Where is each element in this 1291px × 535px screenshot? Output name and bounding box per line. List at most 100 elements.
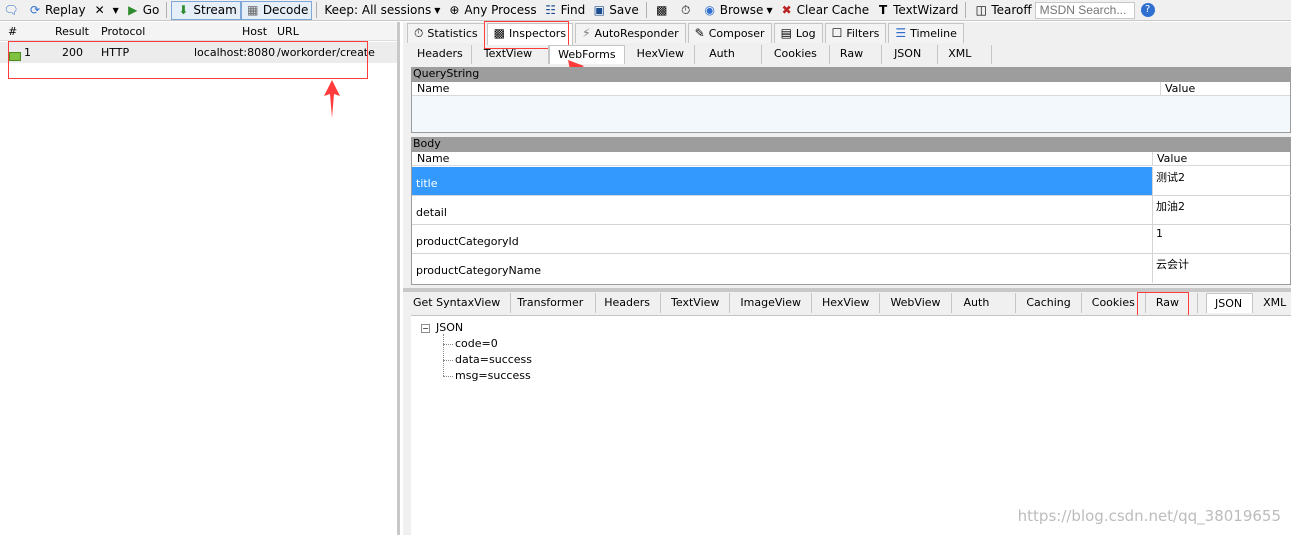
save-button[interactable]: ▣ Save: [588, 1, 641, 20]
timer-button[interactable]: ⏱: [675, 1, 699, 20]
body-row[interactable]: productCategoryId 1: [412, 225, 1291, 254]
resp-tab-auth[interactable]: Auth: [952, 293, 1017, 313]
req-tab-raw[interactable]: Raw: [830, 45, 883, 64]
body-row-value[interactable]: 1: [1156, 227, 1163, 240]
go-button[interactable]: ▶ Go: [122, 1, 163, 20]
checkbox-icon: ☐: [831, 26, 843, 40]
tree-node[interactable]: data=success: [421, 352, 532, 368]
querystring-value-col[interactable]: Value: [1160, 82, 1195, 95]
resp-tab-syntaxview[interactable]: Get SyntaxView: [409, 293, 512, 313]
clear-cache-icon: ✖: [781, 3, 792, 17]
toolbar-separator: [316, 2, 318, 18]
crosshair-icon: ⊕: [449, 3, 460, 17]
annotation-box: [8, 41, 368, 79]
log-icon: ▤: [780, 26, 792, 40]
msdn-search-input[interactable]: [1034, 1, 1135, 19]
find-button[interactable]: ☷ Find: [540, 1, 589, 20]
close-icon: ✕: [94, 3, 105, 17]
req-tab-cookies[interactable]: Cookies: [762, 45, 830, 64]
querystring-grid: Name Value: [411, 81, 1291, 133]
column-header-url[interactable]: URL: [277, 25, 299, 38]
resp-tab-caching[interactable]: Caching: [1016, 293, 1082, 313]
tab-autoresponder[interactable]: ⚡ AutoResponder: [575, 23, 686, 43]
tab-statistics[interactable]: ⏱ Statistics: [407, 23, 485, 43]
binoculars-icon: ☷: [545, 3, 557, 17]
querystring-title: QueryString: [411, 67, 1291, 81]
browse-button[interactable]: ◉ Browse ▼: [699, 1, 776, 20]
resp-tab-textview[interactable]: TextView: [661, 293, 731, 313]
camera-icon: ▩: [656, 3, 668, 17]
tab-composer[interactable]: ✎ Composer: [687, 23, 772, 43]
lightning-icon: ⚡: [582, 26, 591, 40]
querystring-name-col[interactable]: Name: [417, 82, 449, 95]
resp-tab-webview[interactable]: WebView: [880, 293, 952, 313]
resp-tab-headers[interactable]: Headers: [596, 293, 662, 313]
body-row-name: title: [416, 177, 438, 190]
body-name-col[interactable]: Name: [417, 152, 449, 165]
body-row-value[interactable]: 测试2: [1156, 169, 1185, 185]
column-header-result[interactable]: Result: [55, 25, 89, 38]
clear-cache-button[interactable]: ✖ Clear Cache: [776, 1, 873, 20]
watermark: https://blog.csdn.net/qq_38019655: [1017, 507, 1281, 525]
column-header-protocol[interactable]: Protocol: [101, 25, 145, 38]
any-process-button[interactable]: ⊕ Any Process: [443, 1, 539, 20]
session-list-header: # Result Protocol Host URL: [0, 22, 397, 41]
resp-tab-json[interactable]: JSON: [1205, 293, 1254, 313]
annotation-arrow: [324, 80, 340, 118]
screenshot-button[interactable]: ▩: [651, 1, 675, 20]
req-tab-json[interactable]: JSON: [882, 45, 939, 64]
tab-log[interactable]: ▤ Log: [773, 23, 823, 43]
body-title: Body: [411, 137, 1291, 151]
remove-button[interactable]: ✕ ▼: [89, 1, 122, 20]
request-tabs: Headers TextView WebForms HexView Auth C…: [409, 45, 993, 64]
body-value-col[interactable]: Value: [1152, 152, 1187, 165]
toolbar-separator: [166, 2, 168, 18]
tree-node[interactable]: msg=success: [421, 368, 532, 384]
stream-button[interactable]: ⬇ Stream: [171, 0, 241, 20]
session-list: # Result Protocol Host URL 1 200 HTTP lo…: [0, 22, 400, 535]
querystring-header: Name Value: [412, 82, 1290, 96]
dropdown-arrow-icon: ▼: [766, 5, 773, 15]
body-row-value[interactable]: 云会计: [1156, 256, 1189, 272]
tab-timeline[interactable]: ☰ Timeline: [888, 23, 964, 43]
speech-bubble-icon: 🗨: [3, 3, 19, 17]
keep-sessions-dropdown[interactable]: Keep: All sessions ▼: [321, 1, 443, 20]
tearoff-icon: ◫: [975, 3, 987, 17]
resp-tab-imageview[interactable]: ImageView: [730, 293, 812, 313]
tab-filters[interactable]: ☐ Filters: [824, 23, 887, 43]
resp-tab-xml[interactable]: XML: [1253, 293, 1291, 313]
tearoff-button[interactable]: ◫ Tearoff: [970, 1, 1034, 20]
replay-button[interactable]: ⟳ Replay: [24, 1, 89, 20]
json-tree: − JSON code=0 data=success msg=success: [421, 320, 532, 384]
body-row[interactable]: title 测试2: [412, 167, 1291, 196]
column-header-host[interactable]: Host: [242, 25, 267, 38]
body-row[interactable]: productCategoryName 云会计: [412, 254, 1291, 283]
req-tab-headers[interactable]: Headers: [409, 45, 472, 64]
pencil-icon: ✎: [694, 26, 705, 40]
body-grid: Name Value title 测试2 detail 加油2 productC…: [411, 151, 1291, 285]
column-header-num[interactable]: #: [8, 25, 17, 38]
req-tab-hexview[interactable]: HexView: [625, 45, 696, 64]
stopwatch-icon: ⏱: [681, 2, 691, 17]
resp-tab-hexview[interactable]: HexView: [812, 293, 881, 313]
tree-node[interactable]: − JSON: [421, 320, 532, 336]
resp-tab-transformer[interactable]: Transformer: [511, 293, 597, 313]
stream-down-icon: ⬇: [178, 3, 189, 17]
help-icon[interactable]: ?: [1140, 3, 1155, 17]
body-row-value[interactable]: 加油2: [1156, 198, 1185, 214]
req-tab-auth[interactable]: Auth: [695, 45, 762, 64]
save-icon: ▣: [593, 3, 605, 17]
timeline-icon: ☰: [895, 26, 907, 40]
decode-button[interactable]: ▦ Decode: [240, 0, 313, 20]
decode-icon: ▦: [247, 3, 259, 17]
comment-button[interactable]: 🗨: [0, 1, 24, 20]
collapse-icon[interactable]: −: [421, 323, 430, 333]
body-row-name: detail: [416, 206, 447, 219]
req-tab-xml[interactable]: XML: [938, 45, 993, 64]
textwizard-button[interactable]: T TextWizard: [872, 1, 961, 20]
tree-node[interactable]: code=0: [421, 336, 532, 352]
inspector-pane: ⏱ Statistics ▩ Inspectors ⚡ AutoResponder ✎…: [403, 21, 1291, 535]
querystring-empty-area: [412, 96, 1290, 132]
body-row[interactable]: detail 加油2: [412, 196, 1291, 225]
req-tab-textview[interactable]: TextView: [472, 45, 550, 64]
